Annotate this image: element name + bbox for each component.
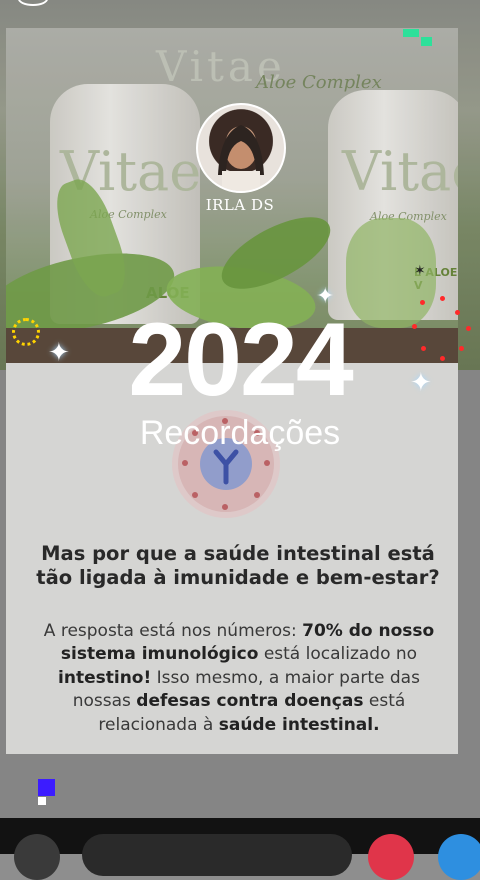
red-dot-sticker bbox=[420, 300, 425, 305]
story-subtitle: Recordações bbox=[139, 414, 341, 452]
green-pixel-sticker bbox=[421, 37, 432, 46]
white-pixel-sticker bbox=[38, 797, 46, 805]
answer-text: A resposta está nos números: bbox=[43, 621, 303, 641]
share-button[interactable] bbox=[438, 834, 480, 880]
blue-pixel-sticker bbox=[38, 779, 55, 796]
answer-emphasis: defesas contra doenças bbox=[136, 691, 364, 712]
profile-avatar[interactable] bbox=[196, 103, 286, 193]
post-answer: A resposta está nos números: 70% do noss… bbox=[28, 620, 450, 737]
bottom-action-bar bbox=[0, 818, 480, 880]
like-button[interactable] bbox=[368, 834, 414, 880]
story-year: 2024 bbox=[128, 302, 353, 418]
answer-emphasis: intestino! bbox=[58, 667, 152, 688]
camera-button[interactable] bbox=[14, 834, 60, 880]
answer-text: está localizado no bbox=[258, 644, 418, 665]
avatar-portrait-icon bbox=[218, 125, 264, 191]
bottle-right-label: Vitae bbox=[342, 140, 458, 203]
answer-emphasis: saúde intestinal. bbox=[218, 714, 380, 735]
sparkle-icon: ✶ bbox=[414, 263, 426, 279]
post-question: Mas por que a saúde intestinal está tão … bbox=[36, 542, 440, 590]
reply-input[interactable] bbox=[82, 834, 352, 876]
red-dot-sticker bbox=[440, 296, 445, 301]
green-pixel-sticker bbox=[403, 29, 419, 37]
profile-username[interactable]: IRLA DS bbox=[0, 196, 480, 214]
